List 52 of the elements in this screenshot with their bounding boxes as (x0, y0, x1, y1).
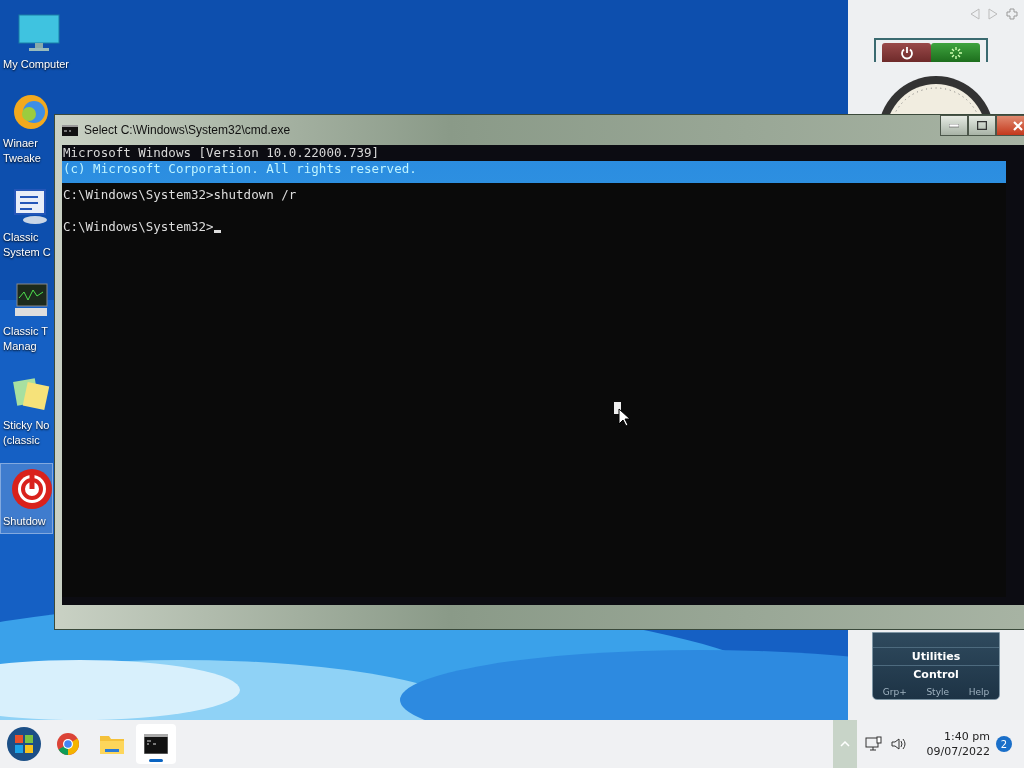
icon-label: Tweake (3, 151, 41, 166)
close-icon (1013, 120, 1023, 131)
taskbar-button[interactable] (136, 724, 176, 765)
desktop-icon[interactable]: Winaer Tweake (0, 87, 53, 171)
gadget-link[interactable]: Help (968, 687, 990, 697)
desktop-icon[interactable]: Sticky No (classic (0, 369, 53, 453)
gadget-link[interactable]: Style (926, 687, 949, 697)
volume-icon[interactable] (890, 737, 907, 752)
terminal-icon (62, 124, 78, 136)
mouse-pointer-icon (614, 402, 630, 428)
power-icon (899, 45, 914, 60)
icon-label: (classic (3, 433, 40, 448)
spinner-icon (948, 45, 963, 60)
window-title: Select C:\Windows\System32\cmd.exe (84, 123, 291, 137)
desktop-icon[interactable]: Shutdow (0, 463, 53, 534)
icon-label: System C (3, 245, 51, 260)
network-icon[interactable] (864, 736, 883, 753)
console-line: C:\Windows\System32> (62, 219, 1006, 235)
minimize-icon (949, 123, 959, 128)
icon-label: Sticky No (3, 418, 50, 433)
icon-label: Classic T (3, 324, 49, 339)
desktop-icon[interactable]: Classic T Manag (0, 275, 53, 359)
chevron-up-icon (839, 741, 850, 748)
desktop-icon[interactable]: My Computer (0, 8, 78, 77)
gadget-link[interactable]: Grp+ (882, 687, 907, 697)
minimize-button[interactable] (940, 115, 968, 136)
restart-button[interactable] (931, 43, 980, 62)
monitor-icon (17, 13, 61, 53)
folder-icon[interactable] (99, 733, 125, 756)
notification-badge[interactable]: 2 (996, 736, 1012, 753)
icon-label: Classic (3, 230, 39, 245)
maximize-button[interactable] (968, 115, 996, 136)
text-cursor (213, 230, 221, 233)
chrome-icon[interactable] (56, 732, 80, 757)
icon-label: Manag (3, 339, 37, 354)
icon-label: My Computer (3, 57, 70, 72)
icon-label: Shutdow (3, 514, 46, 529)
power-icon (11, 468, 53, 510)
desktop-icon[interactable]: Classic System C (0, 181, 53, 265)
terminal-icon[interactable] (144, 734, 168, 755)
icon-label: Winaer (3, 136, 38, 151)
tweaker-icon (11, 92, 51, 132)
gadget-menu-item[interactable]: Utilities (873, 647, 999, 665)
maximize-icon (977, 121, 987, 130)
console-line: C:\Windows\System32>shutdown /r (62, 187, 298, 203)
clock-date[interactable]: 09/07/2022 (926, 744, 990, 760)
console-line: (c) Microsoft Corporation. All rights reserved. (62, 161, 418, 177)
clock-time[interactable]: 1:40 pm (944, 729, 990, 745)
gadget-menu-item[interactable]: Control (873, 665, 999, 683)
console-line: Microsoft Windows [Version 10.0.22000.739] (62, 145, 381, 161)
active-indicator (149, 759, 163, 763)
power-button[interactable] (882, 43, 931, 62)
